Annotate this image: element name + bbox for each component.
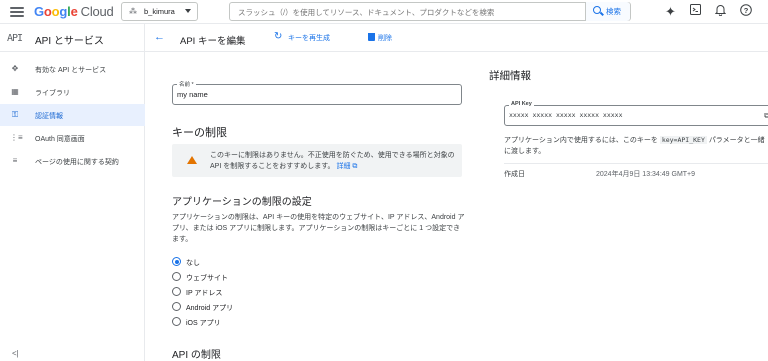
library-icon: ▦ — [11, 87, 19, 96]
sidebar-item-enabled-apis[interactable]: ✥ 有効な API とサービス — [0, 58, 145, 80]
page-title: API キーを編集 — [180, 36, 246, 47]
name-field[interactable]: 名前 * — [172, 80, 462, 105]
settings-list-icon: ≡ — [12, 156, 18, 165]
project-name: b_kimura — [144, 7, 175, 16]
help-icon[interactable]: ? — [738, 4, 753, 19]
project-icon: ⁂ — [129, 7, 137, 16]
radio-button[interactable] — [172, 272, 181, 281]
sidebar: API API とサービス ✥ 有効な API とサービス ▦ ライブラリ ⚿ … — [0, 24, 145, 361]
radio-button[interactable] — [172, 257, 181, 266]
key-restrictions-heading: キーの制限 — [172, 127, 227, 139]
app-restrictions-description: アプリケーションの制限は、API キーの使用を特定のウェブサイト、IP アドレス… — [172, 214, 465, 243]
radio-label: Android アプリ — [186, 305, 234, 312]
terminal-icon[interactable] — [688, 4, 703, 19]
warning-text: このキーに制限はありません。不正使用を防ぐため、使用できる場所と対象の API … — [210, 152, 455, 170]
usage-text: アプリケーション内で使用するには、このキーを key=API_KEY パラメータ… — [504, 136, 765, 155]
name-field-label: 名前 * — [177, 80, 196, 88]
refresh-icon: ↻ — [274, 31, 283, 42]
sidebar-item-credentials[interactable]: ⚿ 認証情報 — [0, 104, 145, 126]
regenerate-key-label: キーを再生成 — [288, 35, 330, 42]
sidebar-item-label: 有効な API とサービス — [35, 67, 107, 74]
sidebar-item-label: ライブラリ — [35, 90, 70, 97]
search-input[interactable] — [238, 6, 578, 18]
copy-icon[interactable]: ⧉ — [764, 111, 768, 121]
regenerate-key-button[interactable]: ↻ キーを再生成 — [274, 31, 330, 43]
name-input[interactable] — [177, 90, 447, 99]
created-label: 作成日 — [504, 171, 525, 178]
sidebar-header: API API とサービス — [0, 24, 145, 52]
radio-button[interactable] — [172, 287, 181, 296]
api-key-field: API Key ⧉ — [504, 101, 768, 126]
api-key-label: API Key — [509, 101, 534, 107]
app-restrictions-heading: アプリケーションの制限の設定 — [172, 197, 312, 208]
radio-label: ウェブサイト — [186, 275, 228, 282]
back-arrow-icon[interactable]: ← — [154, 31, 165, 43]
sidebar-item-label: ページの使用に関する契約 — [35, 159, 119, 166]
diamond-icon: ✥ — [11, 64, 19, 73]
delete-button[interactable]: 削除 — [368, 33, 392, 43]
radio-label: iOS アプリ — [186, 320, 221, 327]
search-bar: 検索 — [229, 2, 631, 21]
svg-text:?: ? — [743, 6, 748, 15]
radio-button[interactable] — [172, 302, 181, 311]
external-link-icon: ⧉ — [350, 163, 358, 170]
warning-icon — [187, 156, 197, 164]
delete-label: 削除 — [378, 35, 392, 42]
top-bar: GoogleCloud ⁂ b_kimura 検索 ✦ ? — [0, 0, 768, 24]
sidebar-item-label: OAuth 同意画面 — [35, 136, 85, 143]
bell-icon[interactable] — [713, 4, 728, 19]
radio-button[interactable] — [172, 317, 181, 326]
key-param-code: key=API_KEY — [659, 136, 707, 144]
created-value: 2024年4月9日 13:34:49 GMT+9 — [596, 171, 696, 178]
api-logo: API — [7, 33, 23, 44]
key-icon: ⚿ — [11, 110, 19, 119]
collapse-sidebar-icon[interactable]: <| — [12, 349, 19, 358]
google-cloud-logo[interactable]: Google Cloud — [34, 4, 114, 19]
details-heading: 詳細情報 — [489, 70, 531, 82]
sidebar-item-library[interactable]: ▦ ライブラリ — [0, 81, 145, 103]
chevron-down-icon — [185, 9, 191, 13]
trash-icon — [368, 33, 375, 41]
page-header: ← API キーを編集 ↻ キーを再生成 削除 — [145, 24, 768, 52]
api-restrictions-heading: API の制限 — [172, 350, 221, 361]
project-selector[interactable]: ⁂ b_kimura — [121, 2, 198, 21]
sidebar-item-oauth[interactable]: ⋮≡ OAuth 同意画面 — [0, 127, 145, 149]
sidebar-title: API とサービス — [35, 36, 104, 47]
search-icon — [593, 6, 601, 14]
search-button[interactable]: 検索 — [585, 2, 630, 21]
warning-banner: このキーに制限はありません。不正使用を防ぐため、使用できる場所と対象の API … — [172, 144, 462, 177]
search-button-label: 検索 — [606, 7, 621, 16]
radio-label: なし — [186, 260, 200, 267]
divider — [504, 163, 768, 164]
sidebar-item-page-usage[interactable]: ≡ ページの使用に関する契約 — [0, 150, 145, 172]
consent-icon: ⋮≡ — [10, 133, 23, 142]
learn-more-link[interactable]: 詳細 — [336, 163, 350, 170]
menu-icon[interactable] — [10, 5, 24, 19]
gemini-icon[interactable]: ✦ — [663, 4, 678, 19]
radio-label: IP アドレス — [186, 290, 223, 297]
sidebar-item-label: 認証情報 — [35, 113, 63, 120]
api-key-value[interactable] — [509, 111, 759, 119]
